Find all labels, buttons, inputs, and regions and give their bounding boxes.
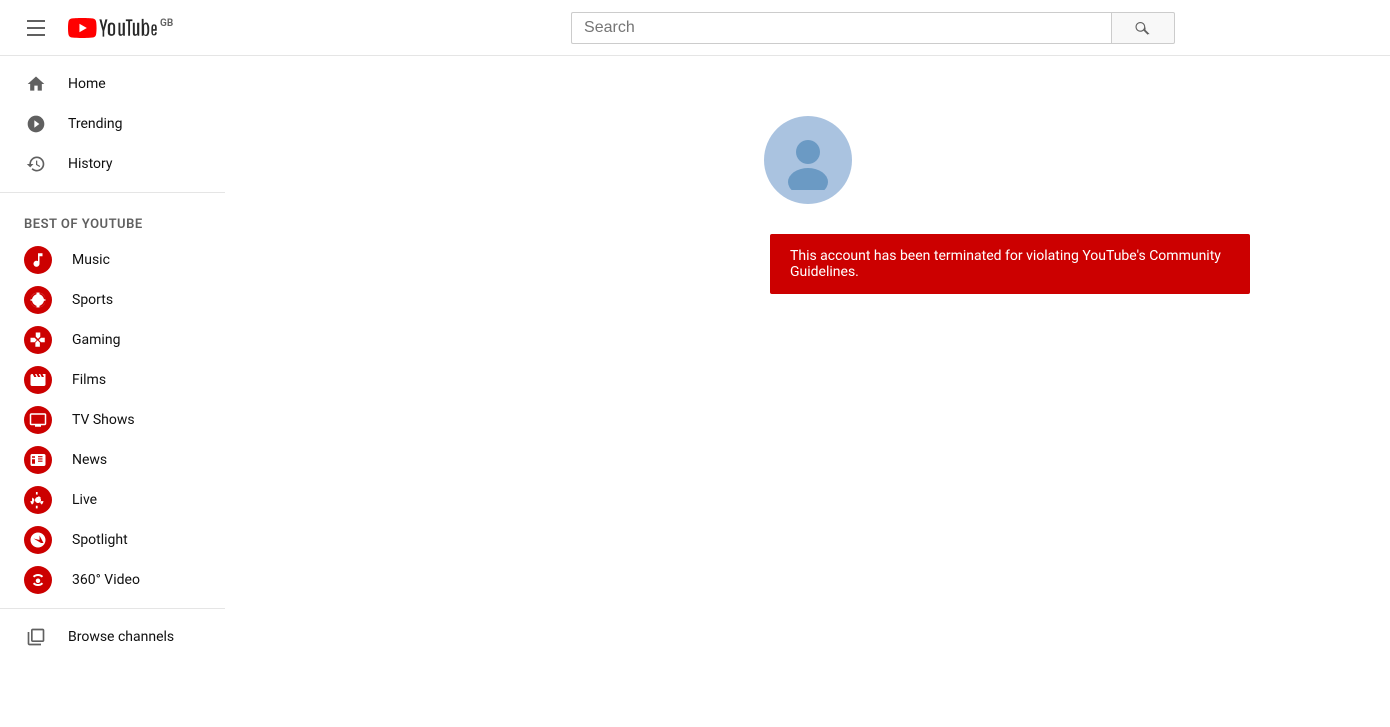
search-form — [571, 12, 1175, 44]
sidebar-item-films-label: Films — [72, 372, 106, 388]
sidebar-item-gaming-label: Gaming — [72, 332, 120, 348]
sidebar-item-music-label: Music — [72, 252, 110, 268]
home-icon — [24, 72, 48, 96]
sidebar-item-360-video-label: 360° Video — [72, 572, 140, 588]
sidebar-item-history-label: History — [68, 156, 113, 172]
youtube-logo — [68, 18, 158, 38]
history-icon — [24, 152, 48, 176]
sidebar-divider-2 — [0, 608, 225, 609]
avatar — [764, 116, 852, 204]
sidebar-item-trending[interactable]: Trending — [0, 104, 225, 144]
sidebar-item-home-label: Home — [68, 76, 106, 92]
sidebar-item-browse-channels-label: Browse channels — [68, 629, 174, 645]
terminated-message: This account has been terminated for vio… — [790, 248, 1221, 280]
avatar-image — [778, 130, 838, 190]
sidebar-item-home[interactable]: Home — [0, 64, 225, 104]
trending-icon — [24, 112, 48, 136]
sidebar-item-trending-label: Trending — [68, 116, 123, 132]
sidebar: Home Trending History BEST OF YOUTUBE Mu… — [0, 56, 225, 671]
sidebar-item-spotlight[interactable]: Spotlight — [0, 520, 225, 560]
sidebar-item-tv-shows-label: TV Shows — [72, 412, 135, 428]
sidebar-item-history[interactable]: History — [0, 144, 225, 184]
avatar-area — [265, 116, 1350, 204]
sidebar-item-news[interactable]: News — [0, 440, 225, 480]
sidebar-item-music[interactable]: Music — [0, 240, 225, 280]
country-badge: GB — [160, 18, 173, 29]
360-video-icon — [24, 566, 52, 594]
sidebar-item-live[interactable]: Live — [0, 480, 225, 520]
sidebar-item-browse-channels[interactable]: Browse channels — [0, 617, 225, 657]
main-content: This account has been terminated for vio… — [225, 56, 1390, 671]
sidebar-item-spotlight-label: Spotlight — [72, 532, 128, 548]
header: GB — [0, 0, 1390, 56]
sidebar-item-films[interactable]: Films — [0, 360, 225, 400]
films-icon — [24, 366, 52, 394]
terminated-banner: This account has been terminated for vio… — [770, 234, 1250, 294]
news-icon — [24, 446, 52, 474]
sports-icon — [24, 286, 52, 314]
search-button[interactable] — [1111, 12, 1175, 44]
sidebar-item-live-label: Live — [72, 492, 97, 508]
hamburger-icon — [27, 20, 45, 36]
sidebar-item-sports-label: Sports — [72, 292, 113, 308]
search-icon — [1134, 19, 1152, 37]
search-input[interactable] — [571, 12, 1111, 44]
music-icon — [24, 246, 52, 274]
tv-shows-icon — [24, 406, 52, 434]
sidebar-item-gaming[interactable]: Gaming — [0, 320, 225, 360]
browse-channels-icon — [24, 625, 48, 649]
sidebar-item-360-video[interactable]: 360° Video — [0, 560, 225, 600]
logo-area[interactable]: GB — [68, 18, 173, 38]
best-of-youtube-title: BEST OF YOUTUBE — [0, 201, 225, 240]
gaming-icon — [24, 326, 52, 354]
spotlight-icon — [24, 526, 52, 554]
sidebar-item-news-label: News — [72, 452, 107, 468]
live-icon — [24, 486, 52, 514]
sidebar-item-sports[interactable]: Sports — [0, 280, 225, 320]
sidebar-item-tv-shows[interactable]: TV Shows — [0, 400, 225, 440]
menu-button[interactable] — [16, 8, 56, 48]
sidebar-divider — [0, 192, 225, 193]
